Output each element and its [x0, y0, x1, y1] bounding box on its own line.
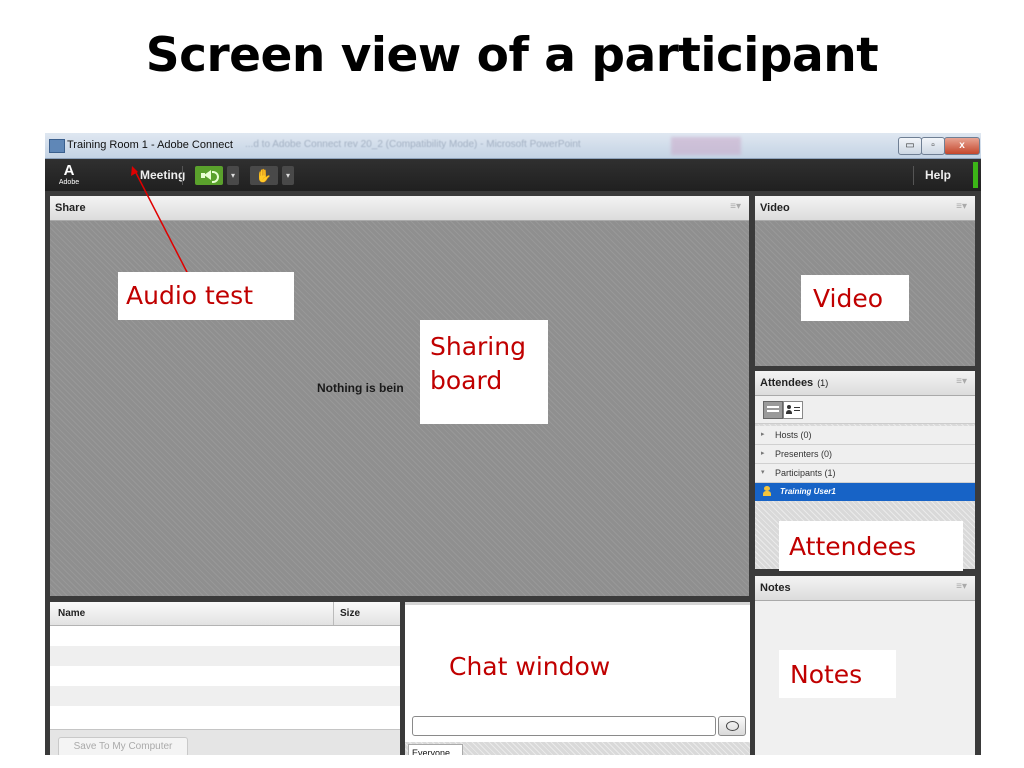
- video-callout: Video: [801, 275, 909, 321]
- sharing-board-line1: Sharing: [430, 332, 526, 361]
- chat-window-label: Chat window: [449, 652, 611, 681]
- attendees-label: Attendees: [789, 532, 917, 561]
- audio-test-label: Audio test: [126, 281, 254, 310]
- audio-test-callout: Audio test: [118, 272, 294, 320]
- audio-test-arrow: [134, 170, 190, 277]
- chat-window-callout: Chat window: [437, 640, 656, 696]
- notes-label: Notes: [790, 660, 863, 689]
- attendees-callout: Attendees: [779, 521, 963, 571]
- notes-callout: Notes: [779, 650, 896, 698]
- sharing-board-callout: Sharing board: [420, 320, 548, 424]
- video-label: Video: [813, 284, 884, 313]
- sharing-board-label: Sharing board: [430, 330, 526, 398]
- sharing-board-line2: board: [430, 366, 503, 395]
